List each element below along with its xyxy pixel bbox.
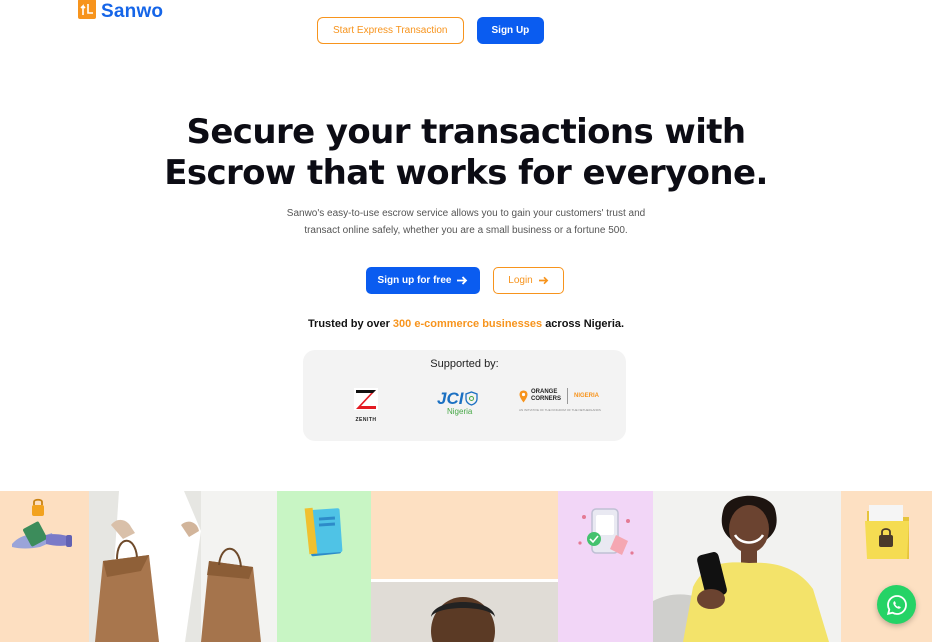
arrow-right-icon xyxy=(457,276,468,285)
whatsapp-chat-button[interactable] xyxy=(877,585,916,624)
hero-title-line2: Escrow that works for everyone. xyxy=(164,153,768,193)
woman-with-phone-photo xyxy=(653,491,841,642)
jci-country-label: Nigeria xyxy=(447,407,473,416)
books-illustration xyxy=(304,507,343,557)
gallery-tile-man-photo xyxy=(371,491,558,642)
sign-up-button[interactable]: Sign Up xyxy=(476,17,545,44)
image-gallery-strip xyxy=(0,491,932,642)
oc-country-label: NIGERIA xyxy=(574,393,600,399)
hero-cta-row: Sign up for free Login xyxy=(366,267,564,294)
start-express-transaction-button[interactable]: Start Express Transaction xyxy=(317,17,464,44)
supported-by-card: Supported by: ZENITH JCI Nigeria ORANGE … xyxy=(303,350,626,441)
zenith-z-icon xyxy=(354,388,378,410)
login-label: Login xyxy=(508,275,533,286)
login-button[interactable]: Login xyxy=(493,267,564,294)
trusted-highlight: 300 e-commerce businesses xyxy=(392,318,543,330)
trusted-prefix: Trusted by over xyxy=(307,318,390,330)
secure-payment-illustration xyxy=(12,498,72,549)
zenith-label: ZENITH xyxy=(355,417,377,423)
shopping-bags-photo xyxy=(89,491,277,642)
orange-corners-wordmark: ORANGE CORNERS xyxy=(531,389,561,403)
sign-up-free-button[interactable]: Sign up for free xyxy=(366,267,480,294)
gallery-tile-payment xyxy=(0,491,89,642)
phone-security-illustration xyxy=(578,508,634,555)
sign-up-free-label: Sign up for free xyxy=(377,275,452,286)
jci-nigeria-logo: JCI Nigeria xyxy=(437,389,479,416)
hero-subtitle: Sanwo's easy-to-use escrow service allow… xyxy=(266,205,666,239)
hero-subtitle-line1: Sanwo's easy-to-use escrow service allow… xyxy=(286,208,646,219)
gallery-tile-woman-photo xyxy=(653,491,841,642)
supported-by-title: Supported by: xyxy=(430,358,499,370)
gallery-tile-books xyxy=(277,491,371,642)
logo-mark-icon xyxy=(78,0,96,19)
trusted-statement: Trusted by over 300 e-commerce businesse… xyxy=(0,318,932,330)
header-actions: Start Express Transaction Sign Up xyxy=(317,17,545,44)
oc-line2: CORNERS xyxy=(531,396,562,402)
trusted-suffix: across Nigeria. xyxy=(545,318,625,330)
arrow-right-icon xyxy=(538,276,549,285)
oc-line1: ORANGE xyxy=(531,389,558,395)
brand-name: Sanwo xyxy=(101,1,164,22)
oc-tagline: AN INITIATIVE OF THE KINGDOM OF THE NETH… xyxy=(519,408,601,412)
smiling-man-photo xyxy=(371,491,558,642)
hero-subtitle-line2: transact online safely, whether you are … xyxy=(304,225,628,236)
jci-label: JCI xyxy=(437,389,464,408)
oc-divider xyxy=(567,388,569,404)
gallery-tile-phone-security xyxy=(558,491,653,642)
gallery-tile-shopping-bags-photo xyxy=(89,491,277,642)
hero-title: Secure your transactions with Escrow tha… xyxy=(0,112,932,194)
whatsapp-icon xyxy=(886,594,907,615)
zenith-logo: ZENITH xyxy=(351,388,381,423)
brand-logo[interactable]: Sanwo xyxy=(78,0,163,22)
hero-title-line1: Secure your transactions with xyxy=(186,112,746,152)
orange-corners-logo: ORANGE CORNERS NIGERIA AN INITIATIVE OF … xyxy=(519,388,601,412)
jci-badge-icon xyxy=(465,391,479,406)
location-pin-icon xyxy=(519,390,528,402)
